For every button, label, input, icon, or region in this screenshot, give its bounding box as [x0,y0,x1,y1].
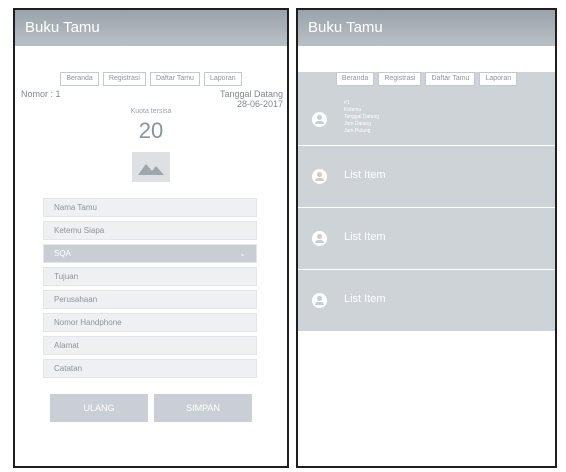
sqa-select[interactable]: SQA ⌄ [43,244,257,263]
tab-laporan[interactable]: Laporan [203,72,242,86]
ulang-button[interactable]: ULANG [50,394,148,422]
list-item[interactable]: List Item [298,208,555,270]
app-bar: Buku Tamu [298,10,555,46]
registration-screen: Buku Tamu Beranda Registrasi Daftar Tamu… [13,8,289,468]
list-item[interactable]: List Item [298,270,555,332]
guest-list-screen: Buku Tamu Beranda Registrasi Daftar Tamu… [296,8,557,468]
nomor-handphone-field[interactable]: Nomor Handphone [43,313,257,332]
photo-placeholder[interactable] [132,152,170,182]
chevron-down-icon: ⌄ [239,249,246,258]
tab-beranda[interactable]: Beranda [335,72,375,86]
guest-tanggal-datang: Tanggal Datang [344,114,380,120]
remaining-quota-label: Kuota tersisa [130,108,172,115]
visit-info: Nomor : 1 Tanggal Datang 28-06-2017 Kuot… [15,86,287,143]
list-item-label: List Item [344,293,386,305]
app-bar: Buku Tamu [15,10,287,46]
guest-detail: #1 Ketemu Tanggal Datang Jam Datang Jam … [344,100,379,135]
tab-daftar-tamu[interactable]: Daftar Tamu [425,72,476,86]
nav-tabs: Beranda Registrasi Daftar Tamu Laporan [15,72,287,86]
list-item[interactable]: #1 Ketemu Tanggal Datang Jam Datang Jam … [298,94,555,146]
nama-tamu-field[interactable]: Nama Tamu [43,198,257,217]
guest-ketemu: Ketemu [344,107,362,113]
perusahaan-field[interactable]: Perusahaan [43,290,257,309]
list-item-label: List Item [344,169,386,181]
guest-jam-datang: Jam Datang [344,121,371,127]
guest-form: Nama Tamu Ketemu Siapa SQA ⌄ Tujuan Peru… [15,198,287,378]
tab-laporan[interactable]: Laporan [479,72,518,86]
person-icon [312,112,327,127]
list-item-label: List Item [344,231,386,243]
person-icon [312,293,327,308]
remaining-quota-value: 20 [138,118,164,143]
list-item[interactable]: List Item [298,146,555,208]
guest-jam-pulang: Jam Pulang [344,128,371,134]
ketemu-siapa-field[interactable]: Ketemu Siapa [43,221,257,240]
simpan-button[interactable]: SIMPAN [154,394,252,422]
alamat-field[interactable]: Alamat [43,336,257,355]
nav-tabs: Beranda Registrasi Daftar Tamu Laporan [298,72,555,86]
tab-beranda[interactable]: Beranda [60,72,99,86]
catatan-field[interactable]: Catatan [43,359,257,378]
tab-registrasi[interactable]: Registrasi [378,72,422,86]
image-placeholder-icon [138,164,164,175]
guest-number: #1 [344,100,350,106]
form-actions: ULANG SIMPAN [15,394,287,422]
tujuan-field[interactable]: Tujuan [43,267,257,286]
sqa-select-value: SQA [54,249,71,258]
tab-registrasi[interactable]: Registrasi [102,72,146,86]
app-title: Buku Tamu [308,19,383,36]
app-title: Buku Tamu [25,19,100,36]
tab-daftar-tamu[interactable]: Daftar Tamu [149,72,200,86]
guest-list: Beranda Registrasi Daftar Tamu Laporan #… [298,72,555,332]
arrival-date-label: Tanggal Datang [219,89,283,99]
person-icon [312,169,327,184]
visitor-number: Nomor : 1 [21,89,61,99]
person-icon [312,231,327,246]
